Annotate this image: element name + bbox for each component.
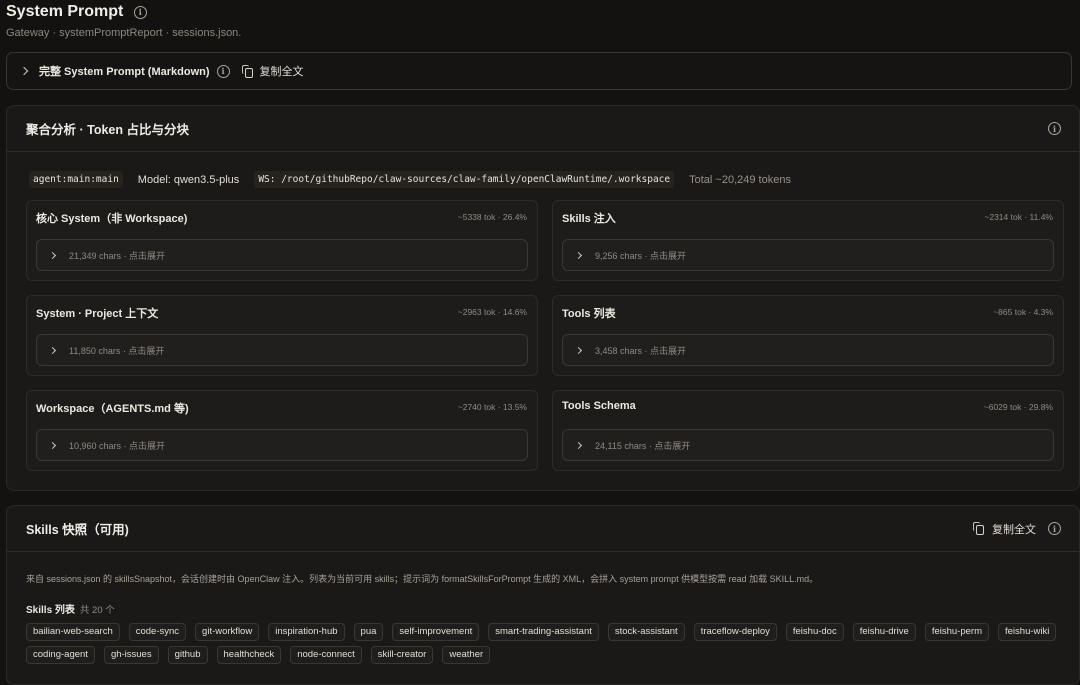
card-token-stat: ~2963 tok · 14.6% xyxy=(457,307,527,317)
skill-tag[interactable]: feishu-perm xyxy=(924,623,989,641)
card-title: Workspace（AGENTS.md 等) xyxy=(36,403,189,415)
skill-tag[interactable]: bailian-web-search xyxy=(26,623,120,641)
expand-label: 21,349 chars · 点击展开 xyxy=(69,250,166,261)
card-token-stat: ~2740 tok · 13.5% xyxy=(457,402,527,412)
skill-tag[interactable]: pua xyxy=(353,623,384,641)
skill-tag-list: bailian-web-search code-sync git-workflow i… xyxy=(26,623,1066,664)
analysis-title: 聚合分析 · Token 占比与分块 xyxy=(26,123,189,137)
token-card-project-context: System · Project 上下文 ~2963 tok · 14.6% 1… xyxy=(26,295,538,376)
card-title: Tools 列表 xyxy=(562,308,616,320)
skill-tag[interactable]: feishu-doc xyxy=(785,623,844,641)
expand-label: 24,115 chars · 点击展开 xyxy=(595,440,691,451)
skill-tag[interactable]: traceflow-deploy xyxy=(693,623,777,641)
skill-tag[interactable]: stock-assistant xyxy=(607,623,685,641)
skill-tag[interactable]: healthcheck xyxy=(216,646,282,664)
card-token-stat: ~5338 tok · 26.4% xyxy=(457,212,527,222)
expand-button[interactable]: 10,960 chars · 点击展开 xyxy=(36,429,528,461)
card-token-stat: ~865 tok · 4.3% xyxy=(993,307,1053,317)
info-icon[interactable]: i xyxy=(133,5,147,19)
page-subtitle: Gateway · systemPromptReport · sessions.… xyxy=(6,27,242,40)
analysis-header: 聚合分析 · Token 占比与分块 i xyxy=(7,106,1079,152)
token-card-workspace: Workspace（AGENTS.md 等) ~2740 tok · 13.5%… xyxy=(26,390,538,471)
expand-button[interactable]: 3,458 chars · 点击展开 xyxy=(562,334,1054,366)
skills-title: Skills 快照（可用) xyxy=(26,523,129,537)
skills-list-label: Skills 列表共 20 个 xyxy=(26,601,115,616)
info-icon[interactable]: i xyxy=(216,64,230,78)
chevron-right-icon xyxy=(48,441,57,449)
skill-tag[interactable]: inspiration-hub xyxy=(268,623,345,641)
copy-label: 复制全文 xyxy=(259,66,304,78)
page-header: System Prompt i Gateway · systemPromptRe… xyxy=(6,3,241,39)
expand-label: 9,256 chars · 点击展开 xyxy=(595,250,687,261)
skill-tag[interactable]: code-sync xyxy=(128,623,187,641)
skills-header: Skills 快照（可用) 复制全文 i xyxy=(7,506,1079,552)
full-prompt-toggle[interactable]: 完整 System Prompt (Markdown) i 复制全文 xyxy=(6,52,1072,90)
skill-tag[interactable]: skill-creator xyxy=(370,646,434,664)
skill-tag[interactable]: gh-issues xyxy=(103,646,159,664)
expand-button[interactable]: 9,256 chars · 点击展开 xyxy=(562,239,1054,271)
token-card-core-system: 核心 System（非 Workspace) ~5338 tok · 26.4%… xyxy=(26,200,538,281)
skill-tag[interactable]: feishu-wiki xyxy=(998,623,1057,641)
skill-tag[interactable]: git-workflow xyxy=(195,623,260,641)
skill-tag[interactable]: feishu-drive xyxy=(852,623,916,641)
skills-list-title: Skills 列表 xyxy=(26,605,75,616)
card-title: 核心 System（非 Workspace) xyxy=(36,213,188,225)
model-label: Model: qwen3.5-plus xyxy=(137,173,240,186)
chevron-right-icon xyxy=(574,346,583,354)
copy-icon xyxy=(241,64,253,78)
page-title: System Prompt xyxy=(6,3,124,20)
card-title: Skills 注入 xyxy=(562,213,616,225)
card-token-stat: ~2314 tok · 11.4% xyxy=(984,212,1053,222)
card-token-stat: ~6029 tok · 29.8% xyxy=(983,402,1053,412)
token-analysis-panel: 聚合分析 · Token 占比与分块 i agent:main:main Mod… xyxy=(6,105,1080,491)
chevron-right-icon xyxy=(48,251,57,259)
card-title: Tools Schema xyxy=(562,400,636,412)
chevron-right-icon xyxy=(19,66,29,76)
skill-tag[interactable]: weather xyxy=(442,646,491,664)
copy-icon xyxy=(973,522,984,535)
expand-label: 11,850 chars · 点击展开 xyxy=(69,345,165,356)
copy-label: 复制全文 xyxy=(992,523,1036,536)
total-tokens: Total ~20,249 tokens xyxy=(689,173,791,186)
card-title: System · Project 上下文 xyxy=(36,308,159,320)
session-meta: agent:main:main Model: qwen3.5-plus WS: … xyxy=(29,171,791,188)
chevron-right-icon xyxy=(574,441,583,449)
skill-tag[interactable]: node-connect xyxy=(290,646,362,664)
workspace-chip: WS: /root/githubRepo/claw-sources/claw-f… xyxy=(254,171,675,188)
skill-tag[interactable]: smart-trading-assistant xyxy=(488,623,599,641)
full-prompt-title: 完整 System Prompt (Markdown) xyxy=(39,66,210,78)
expand-button[interactable]: 21,349 chars · 点击展开 xyxy=(36,239,528,271)
skills-description: 来自 sessions.json 的 skillsSnapshot，会话创建时由… xyxy=(26,574,819,584)
token-card-tools-schema: Tools Schema ~6029 tok · 29.8% 24,115 ch… xyxy=(552,390,1064,471)
skills-count: 共 20 个 xyxy=(79,605,115,616)
expand-label: 10,960 chars · 点击展开 xyxy=(69,440,166,451)
token-card-tools-list: Tools 列表 ~865 tok · 4.3% 3,458 chars · 点… xyxy=(552,295,1064,376)
skills-actions: 复制全文 i xyxy=(973,521,1061,537)
chevron-right-icon xyxy=(574,251,583,259)
skill-tag[interactable]: github xyxy=(167,646,208,664)
copy-skills-button[interactable]: 复制全文 xyxy=(973,521,1036,537)
skill-tag[interactable]: self-improvement xyxy=(392,623,480,641)
expand-label: 3,458 chars · 点击展开 xyxy=(595,345,687,356)
token-card-skills: Skills 注入 ~2314 tok · 11.4% 9,256 chars … xyxy=(552,200,1064,281)
session-key-chip: agent:main:main xyxy=(29,171,123,188)
expand-button[interactable]: 24,115 chars · 点击展开 xyxy=(562,429,1054,461)
skill-tag[interactable]: coding-agent xyxy=(26,646,95,664)
copy-full-prompt-button[interactable]: 复制全文 xyxy=(241,63,304,79)
info-icon[interactable]: i xyxy=(1048,122,1061,135)
chevron-right-icon xyxy=(48,346,57,354)
expand-button[interactable]: 11,850 chars · 点击展开 xyxy=(36,334,528,366)
skills-snapshot-panel: Skills 快照（可用) 复制全文 i 来自 sessions.json 的 … xyxy=(6,505,1080,685)
info-icon[interactable]: i xyxy=(1048,522,1061,535)
